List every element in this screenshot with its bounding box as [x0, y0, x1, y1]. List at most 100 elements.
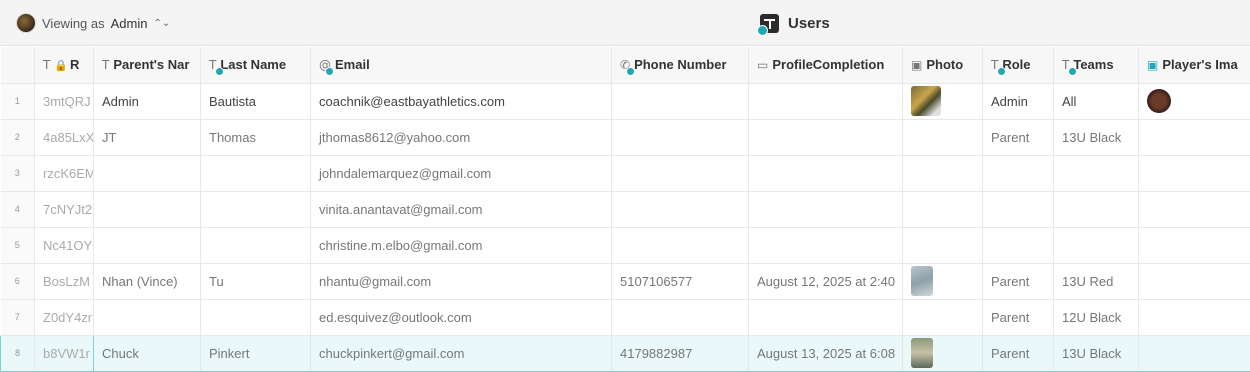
- table-row-selected[interactable]: 8 b8VW1r Chuck Pinkert chuckpinkert@gmai…: [0, 334, 1250, 372]
- cell-last-name[interactable]: Tu: [200, 263, 311, 300]
- cell-role[interactable]: Parent: [982, 299, 1054, 336]
- cell-role[interactable]: Parent: [982, 334, 1054, 372]
- cell-completion[interactable]: [748, 227, 903, 264]
- cell-photo[interactable]: [902, 334, 983, 372]
- cell-completion[interactable]: August 12, 2025 at 2:40: [748, 263, 903, 300]
- cell-player-image[interactable]: [1138, 119, 1250, 156]
- cell-parent-name[interactable]: Chuck: [93, 334, 201, 372]
- table-row[interactable]: 2 4a85LxX JT Thomas jthomas8612@yahoo.co…: [0, 119, 1250, 156]
- cell-role[interactable]: [982, 155, 1054, 192]
- cell-completion[interactable]: [748, 155, 903, 192]
- cell-email[interactable]: vinita.anantavat@gmail.com: [310, 191, 612, 228]
- table-row[interactable]: 3 rzcK6EM johndalemarquez@gmail.com: [0, 155, 1250, 192]
- cell-email[interactable]: ed.esquivez@outlook.com: [310, 299, 612, 336]
- cell-teams[interactable]: 13U Black: [1053, 119, 1139, 156]
- cell-last-name[interactable]: Bautista: [200, 83, 311, 120]
- cell-parent-name[interactable]: [93, 299, 201, 336]
- cell-photo[interactable]: [902, 83, 983, 120]
- cell-id[interactable]: 4a85LxX: [34, 119, 94, 156]
- cell-photo[interactable]: [902, 191, 983, 228]
- cell-player-image[interactable]: [1138, 299, 1250, 336]
- cell-parent-name[interactable]: [93, 191, 201, 228]
- cell-role[interactable]: Parent: [982, 263, 1054, 300]
- cell-completion[interactable]: [748, 191, 903, 228]
- column-header-teams[interactable]: T Teams: [1053, 47, 1139, 84]
- cell-last-name[interactable]: [200, 155, 311, 192]
- cell-last-name[interactable]: [200, 227, 311, 264]
- cell-completion[interactable]: [748, 299, 903, 336]
- cell-last-name[interactable]: [200, 299, 311, 336]
- cell-player-image[interactable]: [1138, 263, 1250, 300]
- table-row[interactable]: 5 Nc41OY christine.m.elbo@gmail.com: [0, 227, 1250, 264]
- cell-phone[interactable]: [611, 155, 749, 192]
- cell-parent-name[interactable]: [93, 227, 201, 264]
- cell-parent-name[interactable]: Admin: [93, 83, 201, 120]
- cell-id[interactable]: 3mtQRJ: [34, 83, 94, 120]
- cell-player-image[interactable]: [1138, 191, 1250, 228]
- cell-completion[interactable]: August 13, 2025 at 6:08: [748, 334, 903, 372]
- cell-parent-name[interactable]: [93, 155, 201, 192]
- cell-player-image[interactable]: [1138, 83, 1250, 120]
- cell-photo[interactable]: [902, 155, 983, 192]
- column-header-profile-completion[interactable]: ▭ ProfileCompletion: [748, 47, 903, 84]
- cell-parent-name[interactable]: JT: [93, 119, 201, 156]
- table-row[interactable]: 7 Z0dY4zr ed.esquivez@outlook.com Parent…: [0, 299, 1250, 336]
- cell-last-name[interactable]: Thomas: [200, 119, 311, 156]
- cell-id[interactable]: BosLzM: [34, 263, 94, 300]
- cell-email[interactable]: johndalemarquez@gmail.com: [310, 155, 612, 192]
- cell-photo[interactable]: [902, 119, 983, 156]
- column-header-role[interactable]: T Role: [982, 47, 1054, 84]
- cell-email[interactable]: nhantu@gmail.com: [310, 263, 612, 300]
- cell-id[interactable]: rzcK6EM: [34, 155, 94, 192]
- viewing-as-selector[interactable]: Viewing as Admin ⌃⌄: [16, 12, 170, 34]
- users-table: T 🔒 R T Parent's Nar T Last Name @ Email ✆ Pho…: [0, 47, 1250, 372]
- cell-player-image[interactable]: [1138, 334, 1250, 372]
- cell-completion[interactable]: [748, 83, 903, 120]
- cell-teams[interactable]: 12U Black: [1053, 299, 1139, 336]
- cell-teams[interactable]: [1053, 155, 1139, 192]
- cell-phone[interactable]: 5107106577: [611, 263, 749, 300]
- cell-last-name[interactable]: Pinkert: [200, 334, 311, 372]
- cell-role[interactable]: Admin: [982, 83, 1054, 120]
- cell-teams[interactable]: 13U Black: [1053, 334, 1139, 372]
- cell-teams[interactable]: [1053, 227, 1139, 264]
- cell-id[interactable]: 7cNYJt2: [34, 191, 94, 228]
- cell-teams[interactable]: [1053, 191, 1139, 228]
- cell-id[interactable]: Z0dY4zr: [34, 299, 94, 336]
- table-row[interactable]: 4 7cNYJt2 vinita.anantavat@gmail.com: [0, 191, 1250, 228]
- cell-phone[interactable]: 4179882987: [611, 334, 749, 372]
- cell-phone[interactable]: [611, 191, 749, 228]
- column-header-parents-name[interactable]: T Parent's Nar: [93, 47, 201, 84]
- cell-role[interactable]: [982, 227, 1054, 264]
- cell-id[interactable]: Nc41OY: [34, 227, 94, 264]
- cell-role[interactable]: [982, 191, 1054, 228]
- cell-photo[interactable]: [902, 227, 983, 264]
- cell-phone[interactable]: [611, 299, 749, 336]
- cell-phone[interactable]: [611, 227, 749, 264]
- cell-photo[interactable]: [902, 299, 983, 336]
- cell-completion[interactable]: [748, 119, 903, 156]
- column-header-email[interactable]: @ Email: [310, 47, 612, 84]
- cell-player-image[interactable]: [1138, 227, 1250, 264]
- cell-id[interactable]: b8VW1r: [34, 334, 94, 372]
- cell-role[interactable]: Parent: [982, 119, 1054, 156]
- cell-teams[interactable]: 13U Red: [1053, 263, 1139, 300]
- cell-parent-name[interactable]: Nhan (Vince): [93, 263, 201, 300]
- cell-phone[interactable]: [611, 83, 749, 120]
- table-row[interactable]: 1 3mtQRJ Admin Bautista coachnik@eastbay…: [0, 83, 1250, 120]
- cell-player-image[interactable]: [1138, 155, 1250, 192]
- column-header-last-name[interactable]: T Last Name: [200, 47, 311, 84]
- column-header-photo[interactable]: ▣ Photo: [902, 47, 983, 84]
- cell-last-name[interactable]: [200, 191, 311, 228]
- cell-phone[interactable]: [611, 119, 749, 156]
- cell-email[interactable]: coachnik@eastbayathletics.com: [310, 83, 612, 120]
- column-header-players-image[interactable]: ▣ Player's Ima: [1138, 47, 1250, 84]
- table-row[interactable]: 6 BosLzM Nhan (Vince) Tu nhantu@gmail.co…: [0, 263, 1250, 300]
- cell-email[interactable]: jthomas8612@yahoo.com: [310, 119, 612, 156]
- column-header-phone-number[interactable]: ✆ Phone Number: [611, 47, 749, 84]
- cell-teams[interactable]: All: [1053, 83, 1139, 120]
- cell-email[interactable]: christine.m.elbo@gmail.com: [310, 227, 612, 264]
- cell-email[interactable]: chuckpinkert@gmail.com: [310, 334, 612, 372]
- column-header-r[interactable]: T 🔒 R: [34, 47, 94, 84]
- cell-photo[interactable]: [902, 263, 983, 300]
